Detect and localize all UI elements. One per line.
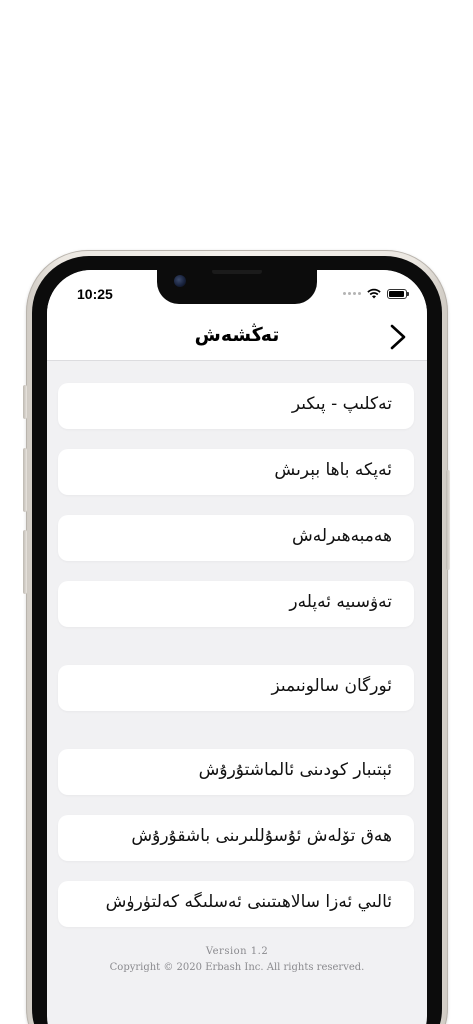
menu-item-label: ئېتىبار كودىنى ئالماشتۇرۇش <box>198 760 392 780</box>
menu-item-label: ھەق تۆلەش ئۇسۇللىرىنى باشقۇرۇش <box>131 826 392 846</box>
copyright-text: Copyright © 2020 Erbash Inc. All rights … <box>109 962 365 973</box>
back-button[interactable] <box>383 322 413 352</box>
volume-up-button <box>23 448 27 512</box>
camera-notch <box>157 270 317 304</box>
phone-screen: 10:25 تەڭشەش تەكلىپ - پىكىر ئەپكە باھا ب… <box>47 270 427 1024</box>
menu-item-restore-membership[interactable]: ئالىي ئەزا سالاھىتىنى ئەسلىگە كەلتۈرۈش <box>58 881 414 927</box>
front-camera-icon <box>174 275 186 287</box>
menu-item-payment-methods[interactable]: ھەق تۆلەش ئۇسۇللىرىنى باشقۇرۇش <box>58 815 414 861</box>
menu-item-label: ئالىي ئەزا سالاھىتىنى ئەسلىگە كەلتۈرۈش <box>105 892 392 912</box>
menu-item-label: ئورگان سالونىمىز <box>271 676 392 696</box>
page: 10:25 تەڭشەش تەكلىپ - پىكىر ئەپكە باھا ب… <box>0 0 473 1024</box>
menu-item-label: تەكلىپ - پىكىر <box>291 394 392 414</box>
speaker-grille <box>212 270 262 274</box>
app-footer: Version 1.2 Copyright © 2020 Erbash Inc.… <box>47 946 427 973</box>
mute-switch <box>23 385 27 419</box>
cellular-signal-icon <box>343 292 361 295</box>
menu-item-redeem-code[interactable]: ئېتىبار كودىنى ئالماشتۇرۇش <box>58 749 414 795</box>
menu-item-label: ئەپكە باھا بېرىش <box>274 460 392 480</box>
wifi-icon <box>367 288 381 299</box>
menu-item-feedback[interactable]: تەكلىپ - پىكىر <box>58 383 414 429</box>
volume-down-button <box>23 530 27 594</box>
menu-item-share[interactable]: ھەمبەھىرلەش <box>58 515 414 561</box>
menu-item-recommended-apps[interactable]: تەۋسىيە ئەپلەر <box>58 581 414 627</box>
chevron-right-icon <box>390 324 406 350</box>
status-indicators <box>343 288 409 299</box>
version-text: Version 1.2 <box>205 946 269 957</box>
page-title: تەڭشەش <box>194 324 280 346</box>
status-time: 10:25 <box>77 286 113 302</box>
menu-item-label: تەۋسىيە ئەپلەر <box>289 592 392 612</box>
menu-item-organization[interactable]: ئورگان سالونىمىز <box>58 665 414 711</box>
menu-item-rate-app[interactable]: ئەپكە باھا بېرىش <box>58 449 414 495</box>
battery-icon <box>387 288 409 299</box>
navigation-bar: تەڭشەش <box>47 314 427 361</box>
menu-item-label: ھەمبەھىرلەش <box>292 526 392 546</box>
power-button <box>446 470 450 570</box>
